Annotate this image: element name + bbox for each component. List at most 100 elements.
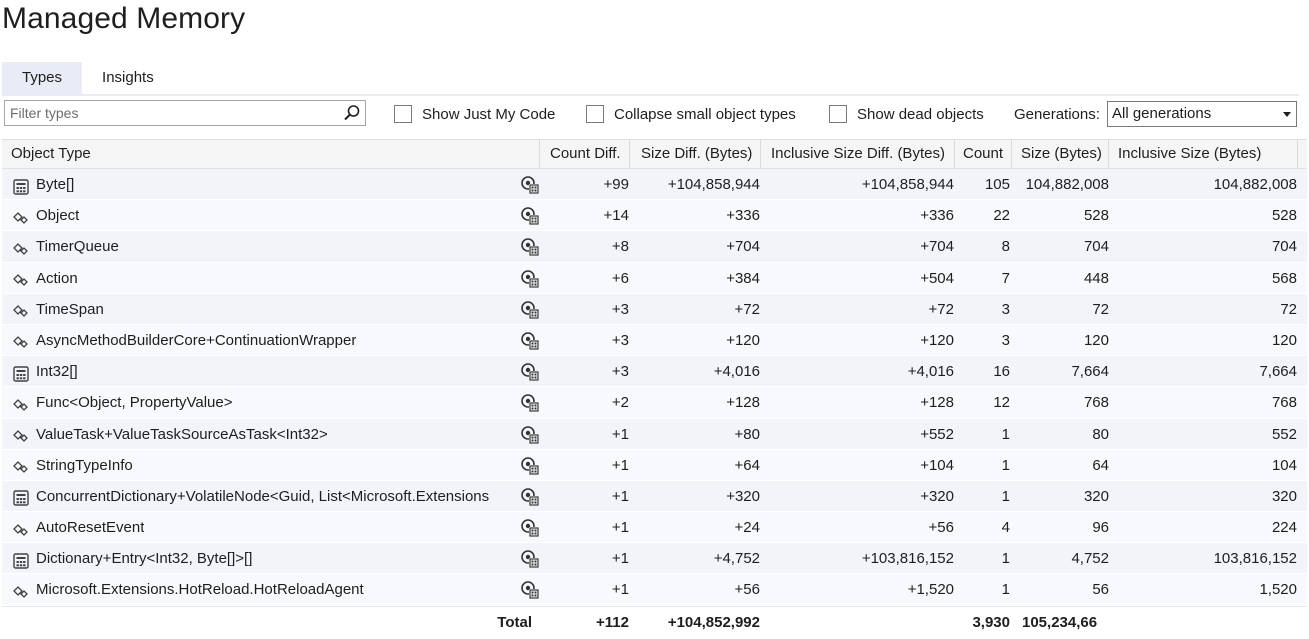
- class-icon: [12, 269, 30, 287]
- references-graph-icon[interactable]: [520, 331, 540, 351]
- tab-types[interactable]: Types: [2, 62, 83, 94]
- col-header-count-diff[interactable]: Count Diff.: [540, 140, 630, 168]
- count-cell: 16: [993, 363, 1010, 381]
- inclusive-size-cell: 104: [1271, 456, 1297, 474]
- show-dead-objects-checkbox[interactable]: Show dead objects: [829, 104, 984, 124]
- show-just-my-code-checkbox[interactable]: Show Just My Code: [394, 104, 555, 124]
- size-cell: 120: [1083, 331, 1109, 349]
- references-graph-icon[interactable]: [520, 206, 540, 226]
- size-diff-cell: +24: [734, 519, 760, 537]
- object-type-name: Int32[]: [36, 363, 78, 381]
- total-label: Total: [497, 613, 532, 631]
- object-type-cell: Func<Object, PropertyValue>: [12, 387, 517, 418]
- object-type-cell: Object: [12, 200, 517, 231]
- tab-underline: [2, 94, 1299, 96]
- checkbox-box[interactable]: [829, 105, 847, 123]
- references-graph-icon[interactable]: [520, 393, 540, 413]
- object-type-cell: TimerQueue: [12, 231, 517, 262]
- references-graph-icon[interactable]: [520, 549, 540, 569]
- inclusive-size-cell: 528: [1271, 207, 1297, 225]
- object-type-cell: ValueTask+ValueTaskSourceAsTask<Int32>: [12, 419, 517, 450]
- table-row[interactable]: Action +6 +384 +504 7 448 568: [2, 262, 1307, 294]
- table-row[interactable]: TimerQueue +8 +704 +704 8 704 704: [2, 231, 1307, 263]
- inclusive-size-diff-cell: +56: [928, 519, 954, 537]
- col-header-size[interactable]: Size (Bytes): [1012, 140, 1109, 168]
- count-diff-cell: +8: [611, 238, 629, 256]
- table-row[interactable]: AsyncMethodBuilderCore+ContinuationWrapp…: [2, 324, 1307, 357]
- table-row[interactable]: Byte[] +99 +104,858,944 +104,858,944 105 104,…: [2, 169, 1307, 201]
- array-icon: [12, 176, 30, 195]
- count-diff-cell: +2: [611, 394, 629, 412]
- size-cell: 448: [1083, 269, 1109, 287]
- col-header-inclusive-size[interactable]: Inclusive Size (Bytes): [1109, 140, 1298, 168]
- checkbox-box[interactable]: [586, 105, 604, 123]
- count-diff-cell: +1: [611, 519, 629, 537]
- size-diff-cell: +80: [734, 425, 760, 443]
- references-graph-icon[interactable]: [520, 456, 540, 476]
- object-type-cell: AsyncMethodBuilderCore+ContinuationWrapp…: [12, 325, 517, 356]
- generations-dropdown[interactable]: All generations: [1107, 101, 1297, 127]
- search-icon[interactable]: [343, 104, 361, 122]
- references-graph-icon[interactable]: [520, 425, 540, 445]
- table-row[interactable]: AutoResetEvent +1 +24 +56 4 96 224: [2, 512, 1307, 544]
- count-cell: 1: [1001, 487, 1010, 505]
- table-row[interactable]: ValueTask+ValueTaskSourceAsTask<Int32> +1…: [2, 418, 1307, 450]
- table-row[interactable]: TimeSpan +3 +72 +72 3 72 72: [2, 293, 1307, 325]
- col-header-size-diff[interactable]: Size Diff. (Bytes): [630, 140, 761, 168]
- object-type-cell: TimeSpan: [12, 294, 517, 325]
- total-size-diff: +104,852,992: [667, 613, 760, 631]
- object-type-name: ConcurrentDictionary+VolatileNode<Guid, …: [36, 487, 490, 505]
- size-cell: 7,664: [1071, 363, 1109, 381]
- collapse-small-objects-checkbox[interactable]: Collapse small object types: [586, 104, 796, 124]
- references-graph-icon[interactable]: [520, 580, 540, 600]
- references-graph-icon[interactable]: [520, 237, 540, 257]
- count-cell: 1: [1001, 456, 1010, 474]
- show-just-my-code-label: Show Just My Code: [422, 105, 556, 123]
- table-row[interactable]: Int32[] +3 +4,016 +4,016 16 7,664 7,664: [2, 356, 1307, 388]
- inclusive-size-diff-cell: +1,520: [907, 581, 954, 599]
- table-row[interactable]: Microsoft.Extensions.HotReload.HotReload…: [2, 574, 1307, 606]
- references-graph-icon[interactable]: [520, 362, 540, 382]
- col-header-inclusive-size-diff[interactable]: Inclusive Size Diff. (Bytes): [761, 140, 955, 168]
- table-row[interactable]: Object +14 +336 +336 22 528 528: [2, 200, 1307, 232]
- size-diff-cell: +120: [726, 331, 760, 349]
- size-diff-cell: +72: [734, 300, 760, 318]
- table-row[interactable]: Dictionary+Entry<Int32, Byte[]>[] +1 +4,75…: [2, 543, 1307, 575]
- count-cell: 3: [1001, 300, 1010, 318]
- col-header-object-type[interactable]: Object Type: [2, 140, 540, 168]
- class-icon: [12, 425, 30, 443]
- object-type-cell: Dictionary+Entry<Int32, Byte[]>[]: [12, 543, 517, 574]
- total-count-diff: +112: [596, 613, 629, 631]
- references-graph-icon[interactable]: [520, 300, 540, 320]
- references-graph-icon[interactable]: [520, 487, 540, 507]
- page-title: Managed Memory: [2, 2, 246, 35]
- references-graph-icon[interactable]: [520, 518, 540, 538]
- count-diff-cell: +14: [603, 207, 629, 225]
- size-diff-cell: +336: [726, 207, 760, 225]
- inclusive-size-cell: 72: [1280, 300, 1297, 318]
- inclusive-size-cell: 224: [1271, 519, 1297, 537]
- checkbox-box[interactable]: [394, 105, 412, 123]
- references-graph-icon[interactable]: [520, 269, 540, 289]
- tab-insights[interactable]: Insights: [82, 62, 174, 94]
- object-type-name: TimeSpan: [36, 300, 104, 318]
- table-row[interactable]: Func<Object, PropertyValue> +2 +128 +128 12 7…: [2, 387, 1307, 419]
- inclusive-size-cell: 104,882,008: [1213, 176, 1297, 193]
- object-type-name: StringTypeInfo: [36, 456, 133, 474]
- inclusive-size-diff-cell: +552: [920, 425, 954, 443]
- filter-types-input[interactable]: [10, 102, 330, 124]
- size-cell: 704: [1083, 238, 1109, 256]
- table-row[interactable]: ConcurrentDictionary+VolatileNode<Guid, …: [2, 480, 1307, 513]
- references-graph-icon[interactable]: [520, 175, 540, 195]
- chevron-down-icon[interactable]: [1283, 112, 1291, 117]
- filter-types-box[interactable]: [4, 100, 366, 126]
- inclusive-size-diff-cell: +120: [920, 331, 954, 349]
- array-icon: [12, 550, 30, 569]
- size-diff-cell: +128: [726, 394, 760, 412]
- count-cell: 1: [1001, 581, 1010, 599]
- table-row[interactable]: StringTypeInfo +1 +64 +104 1 64 104: [2, 449, 1307, 481]
- count-cell: 105: [984, 176, 1010, 193]
- table-body: Byte[] +99 +104,858,944 +104,858,944 105 104,…: [2, 169, 1307, 606]
- class-icon: [12, 331, 30, 349]
- col-header-count[interactable]: Count: [955, 140, 1012, 168]
